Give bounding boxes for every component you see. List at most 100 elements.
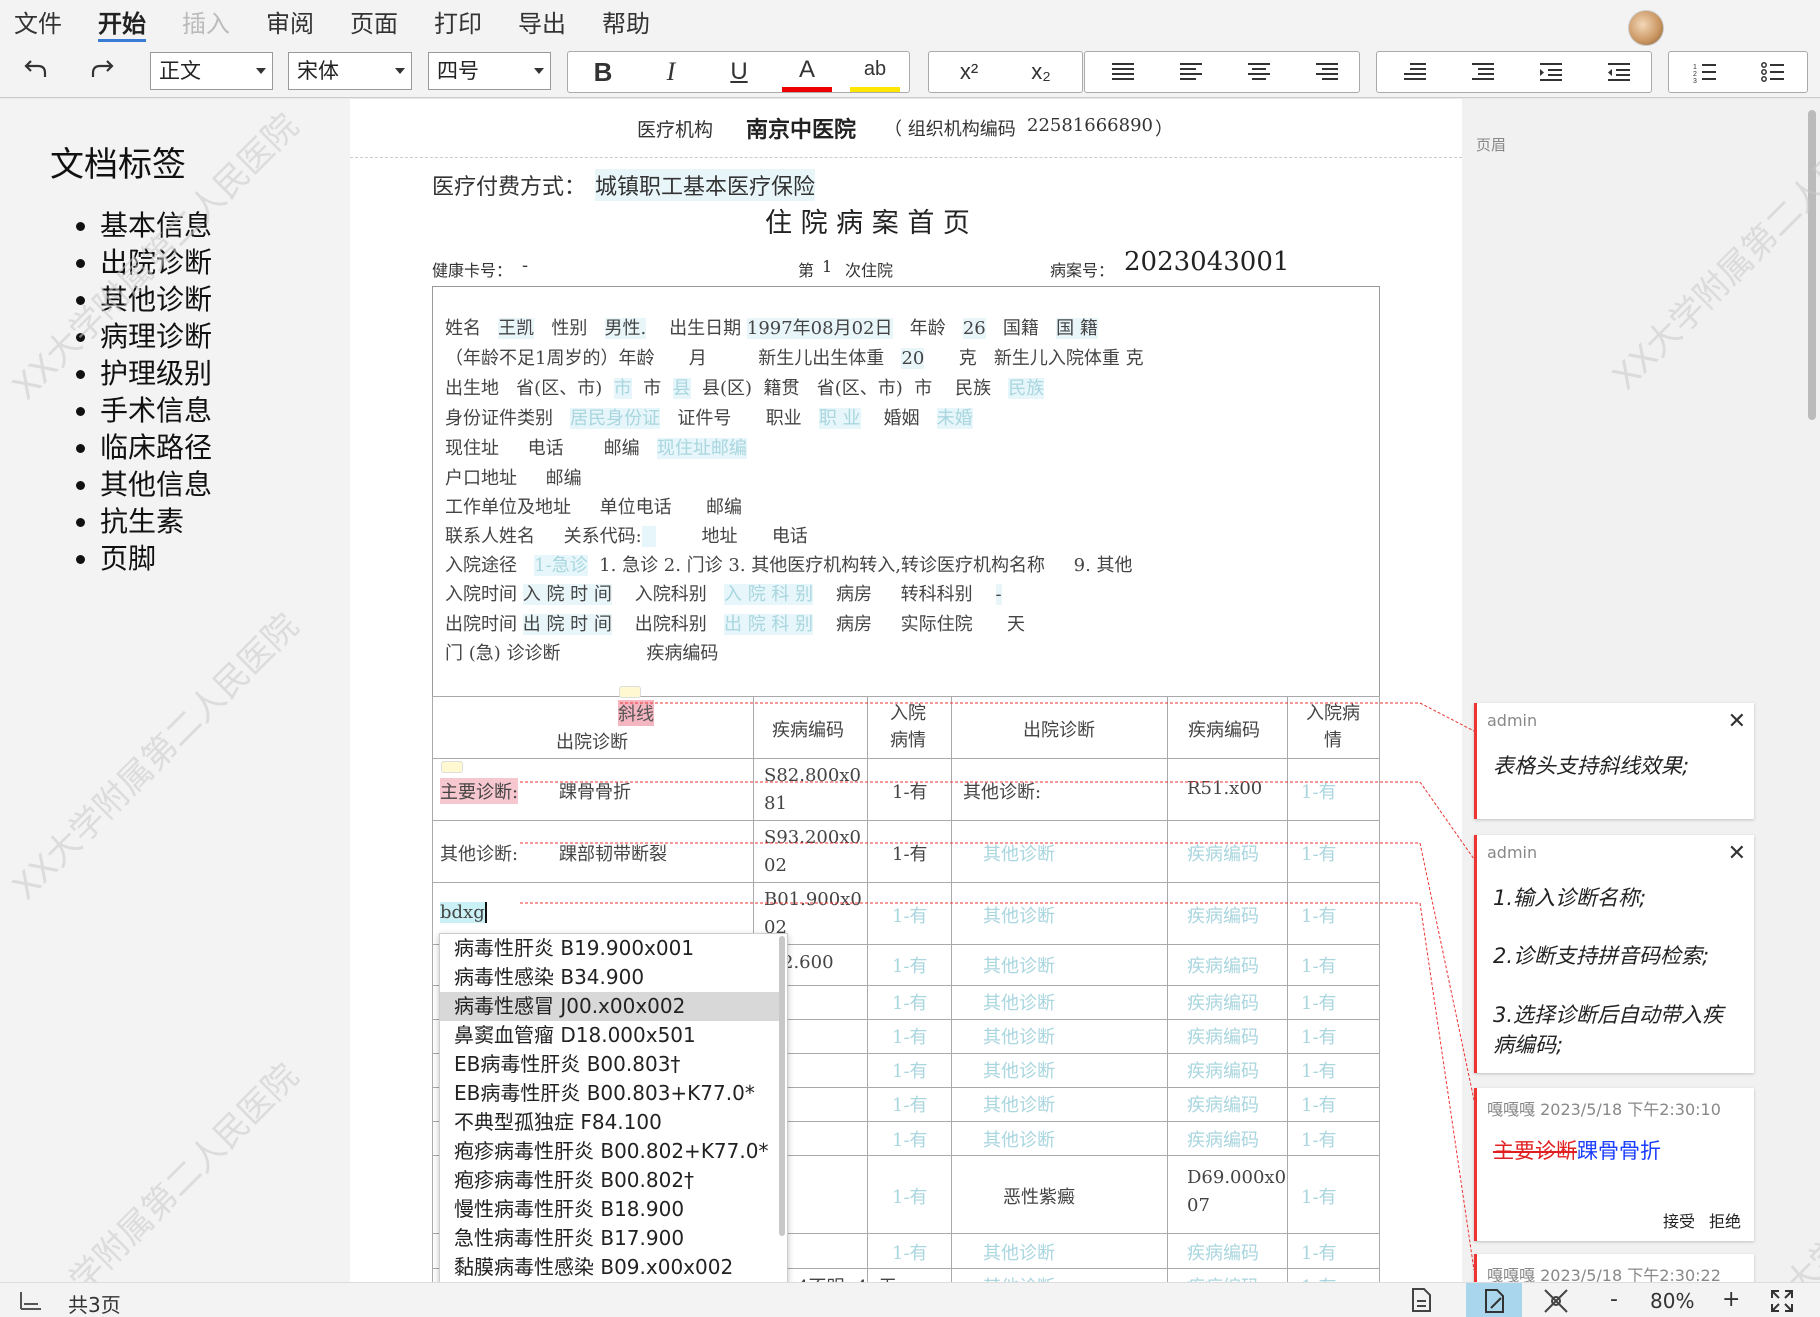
zoom-out-button[interactable]: - <box>1610 1287 1618 1312</box>
suggestion-item[interactable]: 急性病毒性肝炎 B17.900 <box>440 1224 780 1253</box>
tag-item[interactable]: 临床路径 <box>75 429 212 466</box>
main-diag-value[interactable]: 踝骨骨折 <box>559 778 631 804</box>
other-diag-placeholder[interactable]: 其他诊断 <box>983 1126 1055 1152</box>
underline-button[interactable]: U <box>714 52 764 92</box>
indent-decrease-icon[interactable] <box>1589 52 1649 92</box>
state-placeholder[interactable]: 1-有 <box>892 1057 928 1083</box>
menu-insert[interactable]: 插入 <box>182 4 230 44</box>
suggestion-item[interactable]: 病毒性肝炎 B19.900x001 <box>440 934 780 963</box>
other-diag-value[interactable]: 踝部韧带断裂 <box>559 840 667 866</box>
state-placeholder[interactable]: 1-有 <box>892 1023 928 1049</box>
code-placeholder[interactable]: 疾病编码 <box>1187 1273 1259 1282</box>
state-placeholder[interactable]: 1-有 <box>892 989 928 1015</box>
state-placeholder[interactable]: 1-有 <box>1301 1183 1337 1209</box>
tag-item[interactable]: 出院诊断 <box>75 244 212 281</box>
suggestion-item-selected[interactable]: 病毒性感冒 J00.x00x002 <box>440 992 780 1021</box>
font-size-select[interactable]: 四号 <box>428 52 551 90</box>
health-card-value[interactable]: - <box>522 255 528 276</box>
font-family-select[interactable]: 宋体 <box>288 52 412 90</box>
comment-anchor-icon[interactable] <box>619 686 641 698</box>
code-placeholder[interactable]: 疾病编码 <box>1187 1091 1259 1117</box>
state-placeholder[interactable]: 1-有 <box>1301 952 1337 978</box>
align-right-icon[interactable] <box>1297 52 1357 92</box>
code-placeholder[interactable]: 疾病编码 <box>1187 989 1259 1015</box>
code-placeholder[interactable]: 疾病编码 <box>1187 840 1259 866</box>
state-placeholder[interactable]: 1-有 <box>1301 989 1337 1015</box>
edit-mode-icon[interactable] <box>1466 1283 1522 1317</box>
indent-increase-icon[interactable] <box>1521 52 1581 92</box>
redo-icon[interactable] <box>80 48 124 88</box>
visit-number[interactable]: 1 <box>822 257 832 276</box>
menu-file[interactable]: 文件 <box>14 4 62 44</box>
suggestion-item[interactable]: 疱疹病毒性肝炎 B00.802† <box>440 1166 780 1195</box>
other-diag-placeholder[interactable]: 其他诊断 <box>983 840 1055 866</box>
code-placeholder[interactable]: 疾病编码 <box>1187 1057 1259 1083</box>
tag-item[interactable]: 护理级别 <box>75 355 212 392</box>
vertical-scrollbar[interactable] <box>1808 110 1816 420</box>
align-justify-icon[interactable] <box>1093 52 1153 92</box>
other-diag-state[interactable]: 1-有 <box>892 840 928 866</box>
partial-code[interactable]: 2.600 <box>782 952 834 973</box>
state-placeholder[interactable]: 1-有 <box>892 902 928 928</box>
other-diag-code[interactable]: R51.x00 <box>1187 778 1262 799</box>
state-placeholder[interactable]: 1-有 <box>892 1126 928 1152</box>
italic-button[interactable]: I <box>646 52 696 92</box>
code-placeholder[interactable]: 疾病编码 <box>1187 1126 1259 1152</box>
code-placeholder[interactable]: 疾病编码 <box>1187 1239 1259 1265</box>
line-spacing-increase-icon[interactable] <box>1385 52 1445 92</box>
state-placeholder[interactable]: 1-有 <box>1301 902 1337 928</box>
suggestion-item[interactable]: 黏膜病毒性感染 B09.x00x002 <box>440 1253 780 1282</box>
suggestion-item[interactable]: EB病毒性肝炎 B00.803† <box>440 1050 780 1079</box>
menu-help[interactable]: 帮助 <box>602 4 650 44</box>
bold-button[interactable]: B <box>578 52 628 92</box>
tools-icon[interactable] <box>1542 1287 1570 1317</box>
suggestion-item[interactable]: 鼻窦血管瘤 D18.000x501 <box>440 1021 780 1050</box>
other-diag-placeholder[interactable]: 其他诊断 <box>983 1023 1055 1049</box>
paragraph-style-select[interactable]: 正文 <box>150 52 273 90</box>
suggestions-scrollbar[interactable] <box>779 936 785 1236</box>
other-diag-state[interactable]: 1-有 <box>1301 778 1337 804</box>
suggestion-item[interactable]: 不典型孤独症 F84.100 <box>440 1108 780 1137</box>
accept-button[interactable]: 接受 <box>1663 1208 1695 1232</box>
state-placeholder[interactable]: 1-有 <box>1301 1239 1337 1265</box>
code-placeholder[interactable]: 疾病编码 <box>1187 952 1259 978</box>
code-placeholder[interactable]: 疾病编码 <box>1187 902 1259 928</box>
other-diag-placeholder[interactable]: 其他诊断 <box>983 1239 1055 1265</box>
pay-value[interactable]: 城镇职工基本医疗保险 <box>595 169 816 201</box>
state-placeholder[interactable]: 1-有 <box>1301 1126 1337 1152</box>
menu-print[interactable]: 打印 <box>434 4 482 44</box>
other-diag-placeholder[interactable]: 其他诊断 <box>983 989 1055 1015</box>
state-placeholder[interactable]: 1-有 <box>1301 1273 1337 1282</box>
diagnosis-search-input[interactable]: bdxg <box>440 902 487 923</box>
other-diag-placeholder[interactable]: 其他诊断 <box>983 952 1055 978</box>
tag-item[interactable]: 其他信息 <box>75 466 212 503</box>
other-diag-placeholder[interactable]: 其他诊断 <box>983 902 1055 928</box>
line-spacing-decrease-icon[interactable] <box>1453 52 1513 92</box>
fullscreen-icon[interactable] <box>1770 1289 1794 1317</box>
state-placeholder[interactable]: 1-有 <box>1301 1057 1337 1083</box>
undo-icon[interactable] <box>14 48 58 88</box>
comment-card[interactable]: admin ✕ 1.输入诊断名称; 2.诊断支持拼音码检索; 3.选择诊断后自动… <box>1474 835 1754 1073</box>
suggestion-item[interactable]: 疱疹病毒性肝炎 B00.802+K77.0* <box>440 1137 780 1166</box>
close-icon[interactable]: ✕ <box>1728 841 1746 866</box>
other-diag-code[interactable]: S93.200x002 <box>764 824 864 880</box>
suggestion-item[interactable]: EB病毒性肝炎 B00.803+K77.0* <box>440 1079 780 1108</box>
revision-card[interactable]: 嘎嘎嘎 2023/5/18 下午2:30:10 主要诊断踝骨骨折 接受 拒绝 <box>1474 1088 1754 1241</box>
close-icon[interactable]: ✕ <box>1728 709 1746 734</box>
zoom-in-button[interactable]: + <box>1722 1287 1740 1312</box>
state-placeholder[interactable]: 1-有 <box>892 1239 928 1265</box>
state-placeholder[interactable]: 1-有 <box>1301 1091 1337 1117</box>
other-diag-placeholder[interactable]: 其他诊断 <box>983 1273 1055 1282</box>
avatar[interactable] <box>1628 10 1664 46</box>
document-icon[interactable] <box>1408 1287 1434 1317</box>
purpura-code[interactable]: D69.000x007 <box>1187 1164 1287 1220</box>
align-left-icon[interactable] <box>1161 52 1221 92</box>
state-placeholder[interactable]: 1-有 <box>892 1183 928 1209</box>
tag-item[interactable]: 基本信息 <box>75 207 212 244</box>
case-no[interactable]: 2023043001 <box>1124 247 1289 277</box>
menu-export[interactable]: 导出 <box>518 4 566 44</box>
menu-review[interactable]: 审阅 <box>266 4 314 44</box>
subscript-button[interactable]: x₂ <box>1009 52 1073 92</box>
state-placeholder[interactable]: 1-有 <box>1301 1023 1337 1049</box>
tag-item[interactable]: 其他诊断 <box>75 281 212 318</box>
